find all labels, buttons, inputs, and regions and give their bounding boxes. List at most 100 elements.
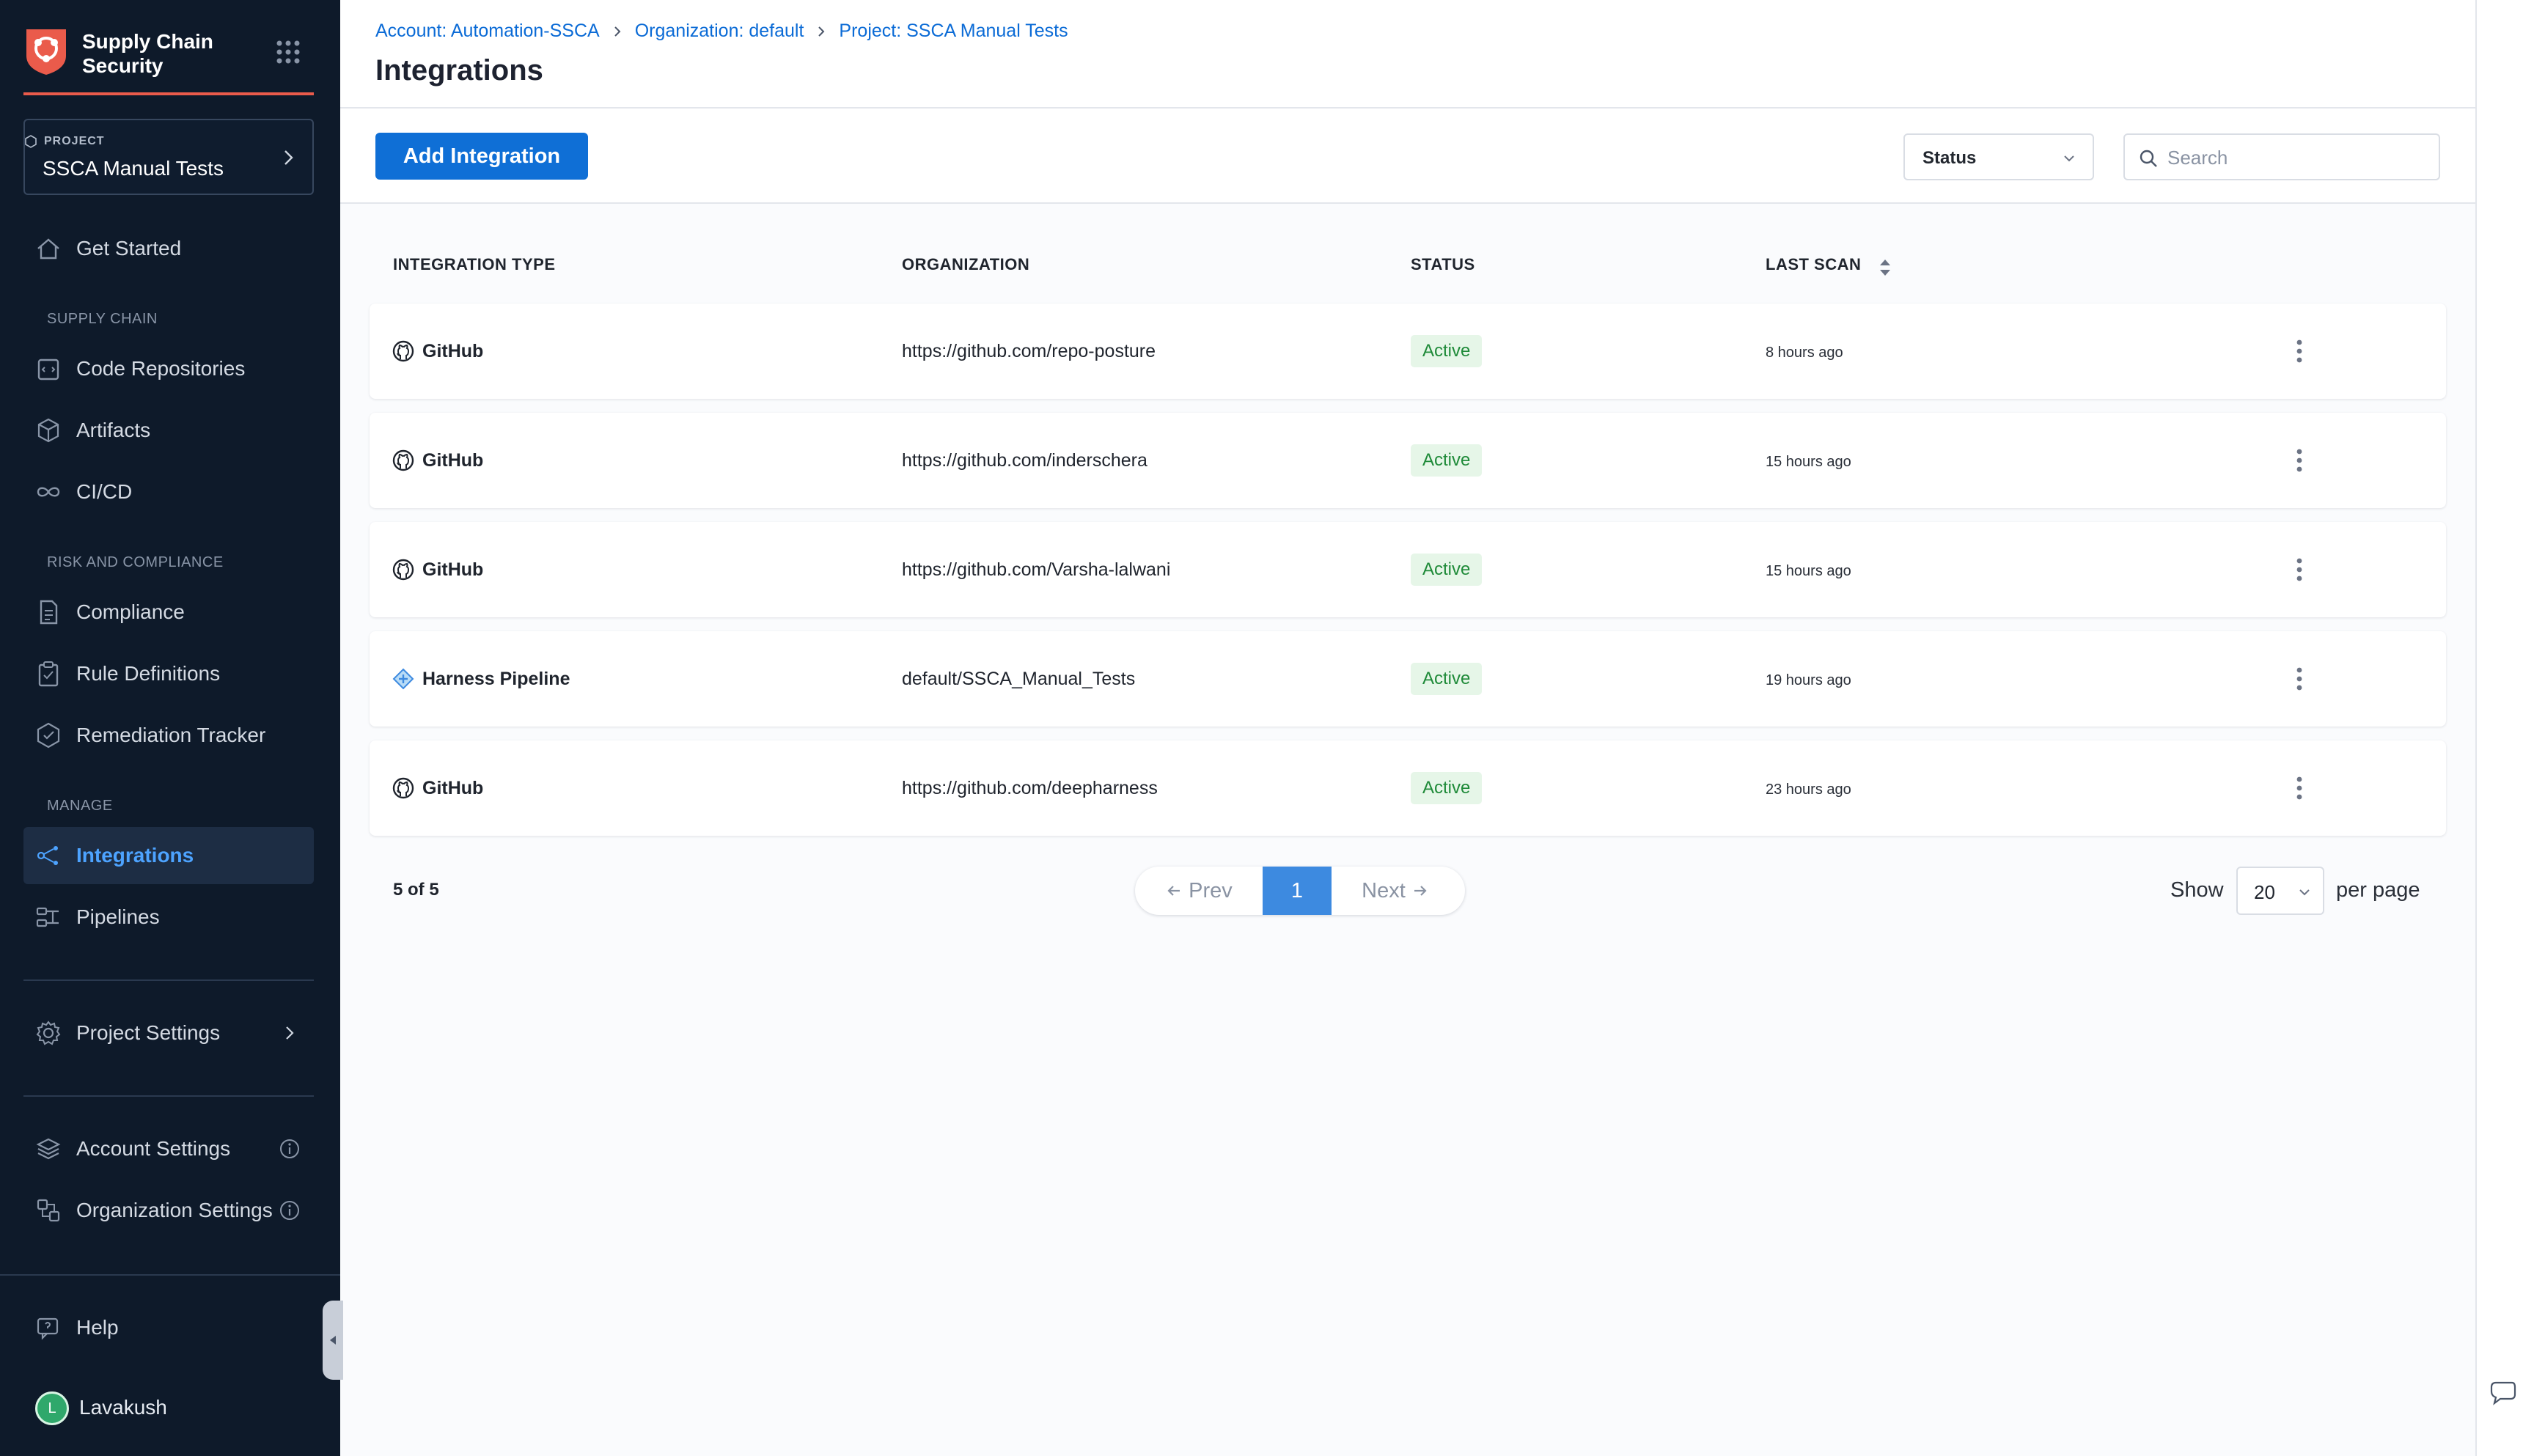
status-cell: Active: [1411, 740, 1483, 836]
nav-pipelines-label: Pipelines: [76, 905, 160, 928]
nav-code-repositories[interactable]: Code Repositories: [23, 340, 314, 397]
more-options-icon[interactable]: [2285, 772, 2314, 804]
status-badge: Active: [1411, 772, 1483, 804]
status-cell: Active: [1411, 413, 1483, 508]
search-input[interactable]: [2167, 142, 2431, 173]
next-page-label: Next: [1362, 878, 1406, 902]
page-number-current[interactable]: 1: [1263, 867, 1332, 915]
sidebar: Supply Chain Security PROJECT SSCA Manua…: [0, 0, 343, 1456]
nav-get-started[interactable]: Get Started: [23, 220, 314, 277]
nav-cicd-label: CI/CD: [76, 480, 133, 503]
nav-integrations-label: Integrations: [76, 844, 194, 867]
harness-ssca-logo: [26, 29, 66, 75]
next-page-button[interactable]: Next: [1332, 867, 1459, 915]
per-page-value: 20: [2254, 881, 2275, 903]
breadcrumb-project[interactable]: Project: SSCA Manual Tests: [839, 21, 1068, 42]
organization-cell: https://github.com/deepharness: [902, 777, 1158, 798]
harness-pipeline-icon: [392, 668, 414, 690]
nav-help-label: Help: [76, 1316, 119, 1339]
column-header-status: STATUS: [1411, 255, 1475, 273]
table-row[interactable]: Harness Pipeline default/SSCA_Manual_Tes…: [370, 631, 2446, 727]
sidebar-collapse-handle[interactable]: [323, 1301, 343, 1380]
nav-integrations[interactable]: Integrations: [23, 827, 314, 884]
github-icon: [392, 559, 414, 581]
nav-project-settings[interactable]: Project Settings: [23, 1004, 314, 1062]
integration-type-cell: GitHub: [392, 740, 483, 836]
breadcrumb-account[interactable]: Account: Automation-SSCA: [375, 21, 600, 42]
search-box[interactable]: [2123, 133, 2440, 180]
toolbar: Add Integration Status: [340, 109, 2475, 204]
prev-page-label: Prev: [1189, 878, 1233, 902]
per-page-select[interactable]: 20: [2236, 867, 2324, 915]
nav-artifacts-label: Artifacts: [76, 419, 151, 441]
chevron-down-icon: [2299, 889, 2310, 896]
clipboard-icon: [38, 661, 59, 687]
code-repo-icon: [37, 359, 59, 380]
integration-type-cell: GitHub: [392, 413, 483, 508]
table-row[interactable]: GitHub https://github.com/repo-posture A…: [370, 304, 2446, 399]
nav-rule-definitions-label: Rule Definitions: [76, 662, 221, 685]
status-filter-select[interactable]: Status: [1903, 133, 2094, 180]
organization-cell: https://github.com/repo-posture: [902, 340, 1156, 361]
show-label: Show: [2170, 878, 2224, 902]
project-selector[interactable]: PROJECT SSCA Manual Tests: [23, 119, 314, 195]
brand: Supply Chain Security: [23, 26, 314, 95]
section-supply-chain: SUPPLY CHAIN: [47, 311, 158, 327]
help-icon: [37, 1317, 59, 1340]
github-icon: [392, 449, 414, 471]
integrations-icon: [37, 846, 58, 865]
more-options-icon[interactable]: [2285, 444, 2314, 477]
column-header-last-scan[interactable]: LAST SCAN: [1766, 255, 1861, 274]
nav-organization-settings[interactable]: Organization Settings: [23, 1182, 314, 1239]
gear-icon: [36, 1021, 61, 1045]
integration-type-label: GitHub: [422, 777, 484, 798]
apps-grid-icon[interactable]: [276, 40, 301, 65]
nav-account-settings[interactable]: Account Settings: [23, 1120, 314, 1177]
right-rail: [2475, 0, 2534, 1456]
table-row[interactable]: GitHub https://github.com/deepharness Ac…: [370, 740, 2446, 836]
project-kicker-label: PROJECT: [44, 135, 105, 147]
integration-type-label: GitHub: [422, 559, 484, 580]
chevron-right-icon: [286, 1026, 294, 1040]
chat-icon[interactable]: [2489, 1377, 2518, 1406]
project-name: SSCA Manual Tests: [43, 157, 224, 180]
nav-code-repositories-label: Code Repositories: [76, 357, 246, 380]
more-options-icon[interactable]: [2285, 335, 2314, 367]
nav-rule-definitions[interactable]: Rule Definitions: [23, 645, 314, 702]
info-icon[interactable]: [279, 1199, 301, 1221]
nav-account-settings-label: Account Settings: [76, 1137, 231, 1160]
more-options-icon[interactable]: [2285, 554, 2314, 586]
avatar[interactable]: L: [35, 1391, 69, 1425]
nav-compliance-label: Compliance: [76, 600, 185, 623]
nav-artifacts[interactable]: Artifacts: [23, 402, 314, 459]
arrow-left-icon: [1167, 886, 1180, 896]
section-manage: MANAGE: [47, 798, 113, 814]
more-options-icon[interactable]: [2285, 663, 2314, 695]
info-icon[interactable]: [279, 1138, 301, 1160]
integration-type-cell: Harness Pipeline: [392, 631, 570, 727]
add-integration-button[interactable]: Add Integration: [375, 133, 588, 180]
sort-icon[interactable]: [1877, 257, 1893, 279]
organization-cell: https://github.com/Varsha-lalwani: [902, 559, 1171, 580]
table-row[interactable]: GitHub https://github.com/Varsha-lalwani…: [370, 522, 2446, 617]
per-page-label: per page: [2336, 878, 2420, 902]
breadcrumb-organization[interactable]: Organization: default: [635, 21, 804, 42]
nav-help[interactable]: Help: [23, 1299, 314, 1356]
last-scan-cell: 15 hours ago: [1766, 453, 1851, 470]
remediation-icon: [37, 722, 60, 749]
nav-compliance[interactable]: Compliance: [23, 584, 314, 641]
project-cube-icon: [25, 135, 37, 148]
document-icon: [40, 600, 58, 625]
nav-remediation-tracker[interactable]: Remediation Tracker: [23, 707, 314, 764]
user-name[interactable]: Lavakush: [79, 1396, 167, 1419]
status-cell: Active: [1411, 522, 1483, 617]
chevron-right-icon: [614, 26, 621, 37]
table-row[interactable]: GitHub https://github.com/inderschera Ac…: [370, 413, 2446, 508]
prev-page-button[interactable]: Prev: [1135, 867, 1263, 915]
nav-cicd[interactable]: CI/CD: [23, 463, 314, 521]
organization-cell: default/SSCA_Manual_Tests: [902, 668, 1136, 689]
nav-pipelines[interactable]: Pipelines: [23, 889, 314, 946]
artifact-cube-icon: [37, 418, 59, 443]
status-badge: Active: [1411, 663, 1483, 695]
infinity-icon: [37, 487, 60, 497]
